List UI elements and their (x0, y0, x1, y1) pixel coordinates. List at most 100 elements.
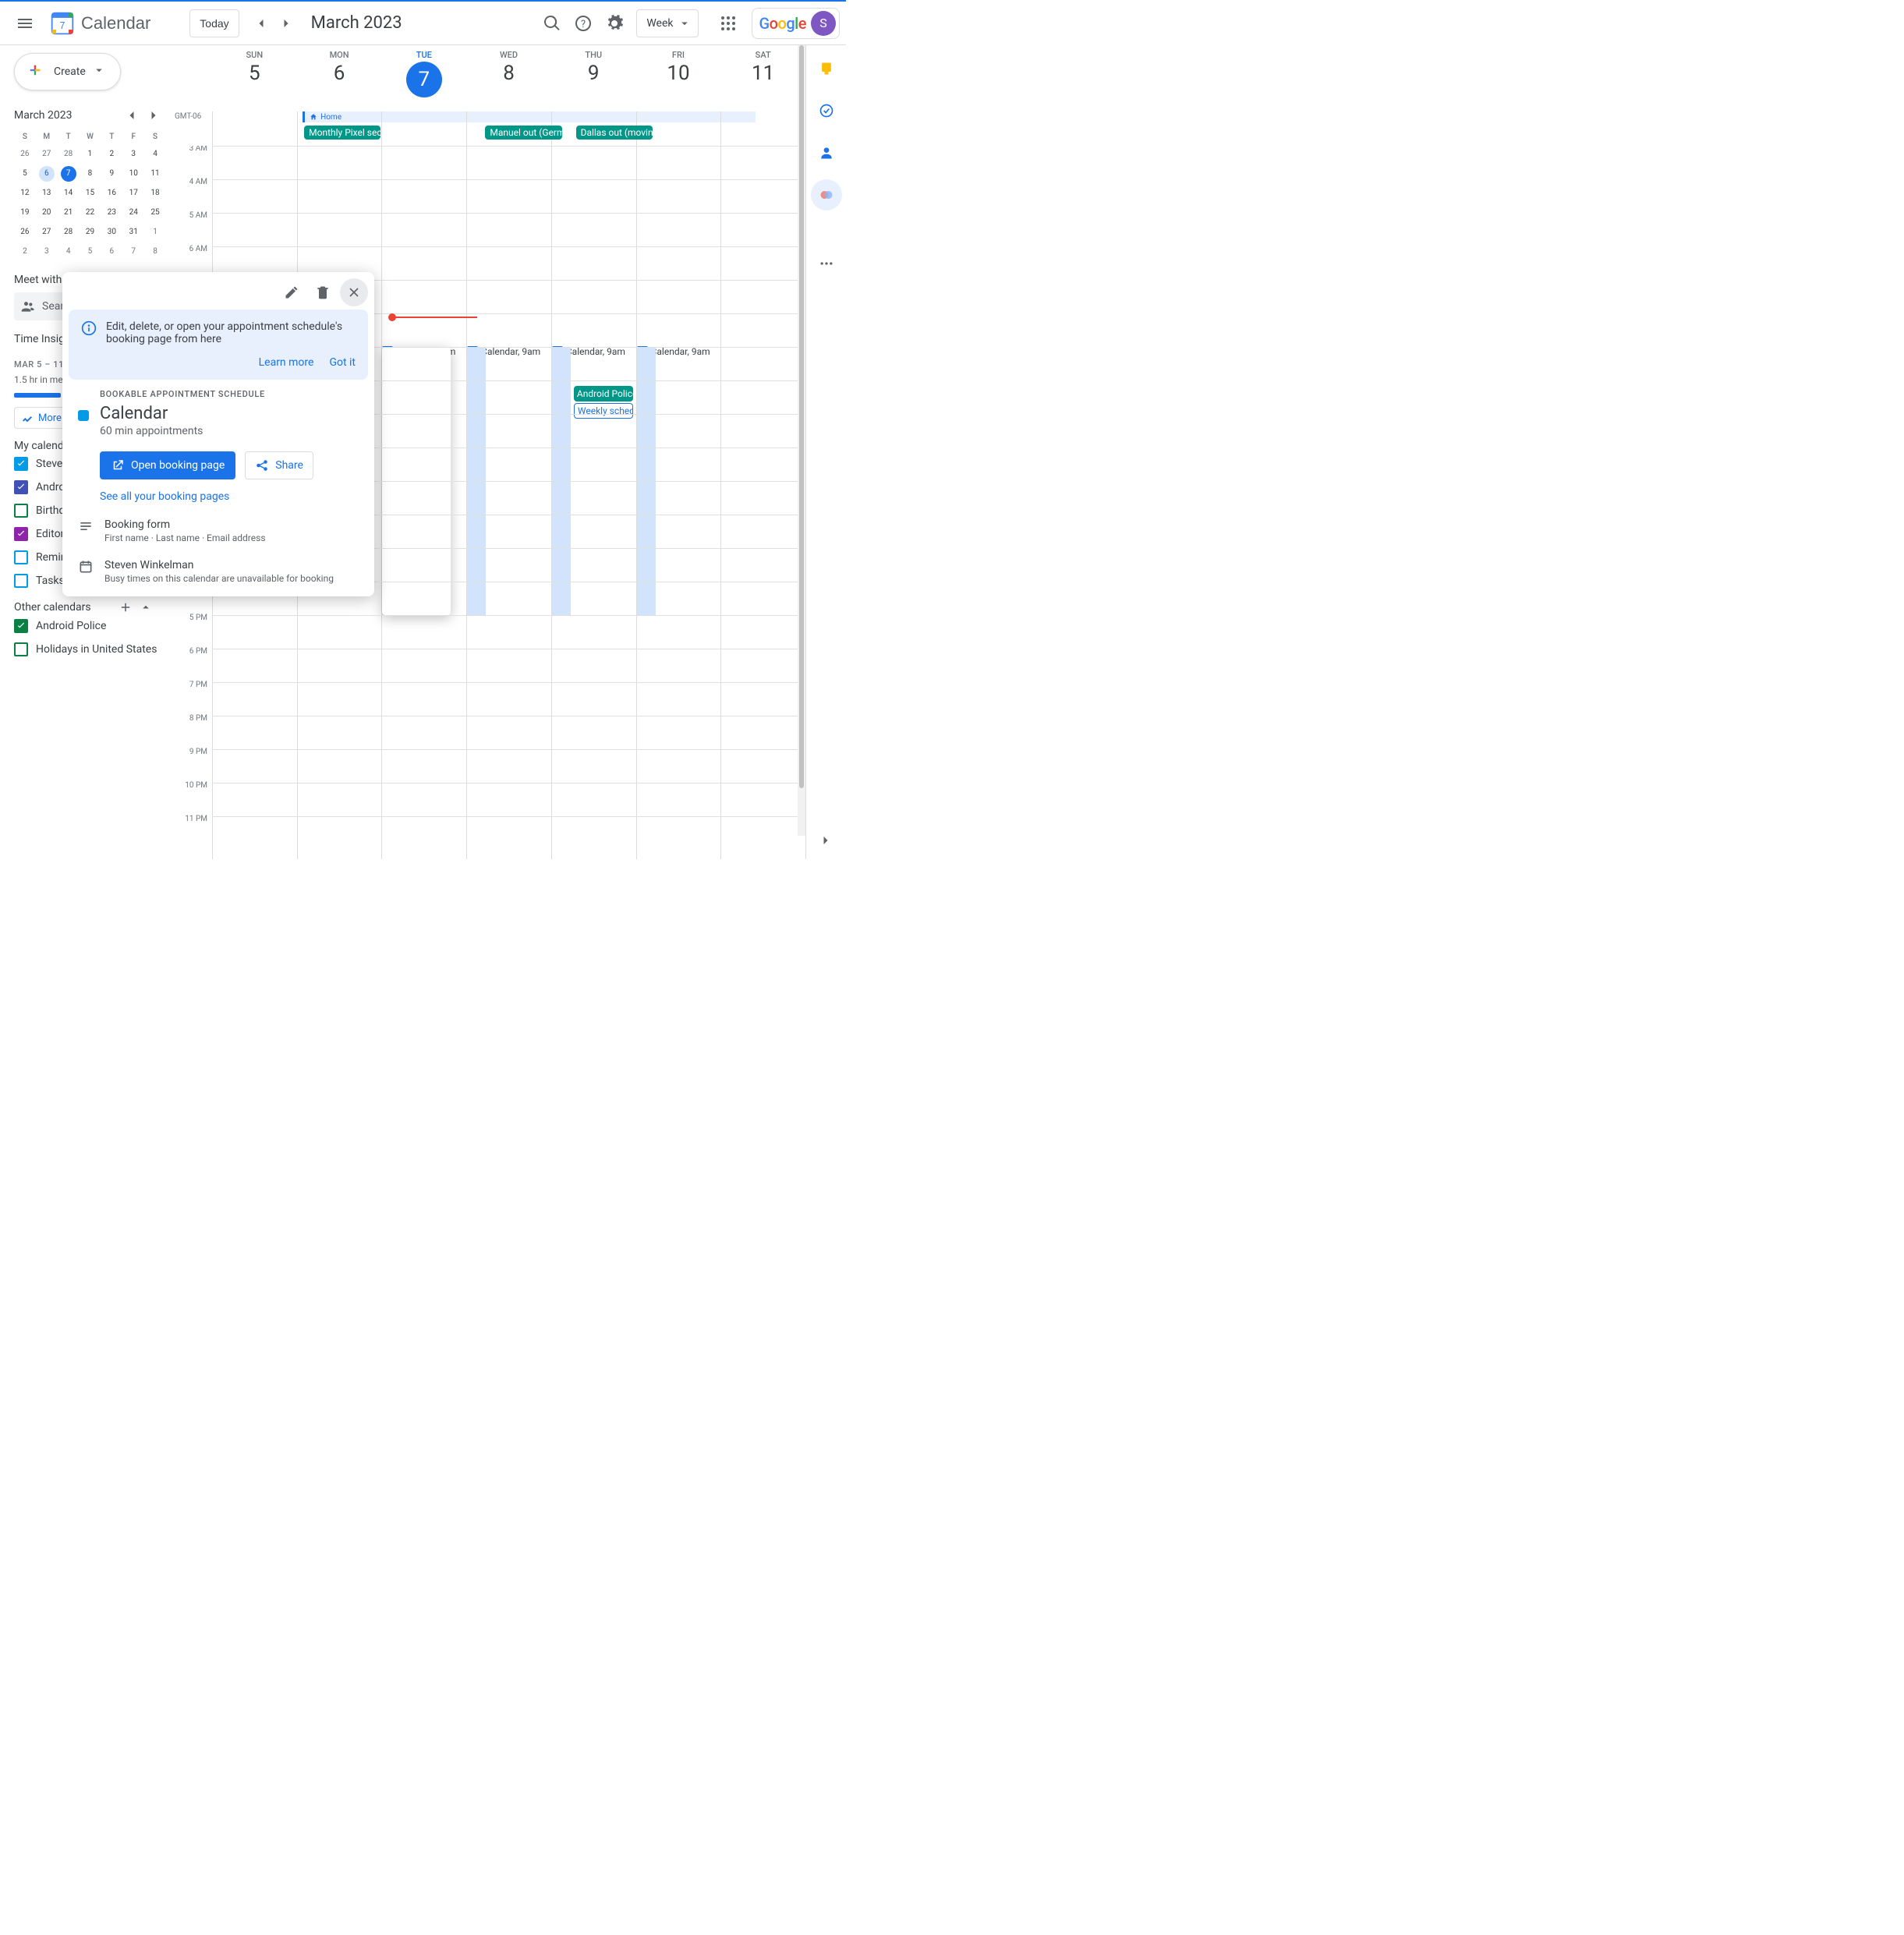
calendar-list-item[interactable]: Holidays in United States (14, 638, 172, 661)
settings-button[interactable] (599, 8, 630, 39)
mini-day-cell[interactable]: 4 (144, 144, 166, 164)
google-apps-button[interactable] (713, 8, 744, 39)
main-menu-button[interactable] (6, 5, 44, 42)
mini-day-cell[interactable]: 28 (58, 144, 80, 164)
popup-edit-button[interactable] (278, 278, 306, 306)
mini-day-cell[interactable]: 16 (101, 183, 122, 203)
day-header[interactable]: THU9 (551, 45, 636, 111)
calendar-checkbox[interactable] (14, 619, 28, 633)
mini-day-cell[interactable]: 3 (36, 242, 58, 261)
mini-day-cell[interactable]: 4 (58, 242, 80, 261)
tasks-addon[interactable] (811, 95, 842, 126)
mini-day-cell[interactable]: 22 (80, 203, 101, 222)
mini-day-cell[interactable]: 1 (80, 144, 101, 164)
brain-addon[interactable] (811, 179, 842, 210)
got-it-button[interactable]: Got it (329, 356, 356, 369)
day-header[interactable]: TUE7 (381, 45, 466, 111)
share-button[interactable]: Share (245, 451, 313, 479)
mini-day-cell[interactable]: 26 (14, 144, 36, 164)
allday-event[interactable]: Dallas out (moving) (576, 126, 653, 140)
mini-day-cell[interactable]: 7 (122, 242, 144, 261)
mini-day-cell[interactable]: 8 (80, 164, 101, 183)
scrollbar[interactable] (798, 45, 805, 836)
account-avatar[interactable]: S (811, 11, 836, 36)
allday-event[interactable]: Manuel out (Germany holiday) (485, 126, 561, 140)
side-panel-collapse[interactable] (813, 828, 838, 853)
mini-day-cell[interactable]: 19 (14, 203, 36, 222)
calendar-checkbox[interactable] (14, 642, 28, 656)
more-addons[interactable] (811, 248, 842, 279)
calendar-checkbox[interactable] (14, 457, 28, 471)
day-header[interactable]: MON6 (297, 45, 382, 111)
next-period-button[interactable] (274, 11, 299, 36)
mini-day-cell[interactable]: 23 (101, 203, 122, 222)
calendar-checkbox[interactable] (14, 550, 28, 564)
mini-day-cell[interactable]: 2 (101, 144, 122, 164)
mini-day-cell[interactable]: 3 (122, 144, 144, 164)
mini-day-cell[interactable]: 5 (80, 242, 101, 261)
view-switcher[interactable]: Week (636, 9, 699, 37)
keep-addon[interactable] (811, 53, 842, 84)
calendar-event[interactable]: Android Police (574, 386, 633, 402)
mini-day-cell[interactable]: 10 (122, 164, 144, 183)
mini-day-cell[interactable]: 29 (80, 222, 101, 242)
mini-day-cell[interactable]: 12 (14, 183, 36, 203)
mini-next-button[interactable] (144, 106, 163, 125)
mini-day-cell[interactable]: 1 (144, 222, 166, 242)
help-button[interactable]: ? (568, 8, 599, 39)
mini-day-cell[interactable]: 9 (101, 164, 122, 183)
day-column[interactable]: Calendar, 9am (636, 146, 721, 859)
today-button[interactable]: Today (189, 9, 239, 37)
prev-period-button[interactable] (249, 11, 274, 36)
mini-day-cell[interactable]: 28 (58, 222, 80, 242)
open-booking-page-button[interactable]: Open booking page (100, 451, 235, 479)
mini-day-cell[interactable]: 25 (144, 203, 166, 222)
app-logo[interactable]: 7 Calendar (47, 8, 150, 39)
contacts-addon[interactable] (811, 137, 842, 168)
mini-day-cell[interactable]: 30 (101, 222, 122, 242)
mini-day-cell[interactable]: 8 (144, 242, 166, 261)
calendar-checkbox[interactable] (14, 480, 28, 494)
day-column[interactable]: Calendar, 9am (466, 146, 551, 859)
google-account-switcher[interactable]: Google S (752, 8, 840, 39)
day-column[interactable] (720, 146, 805, 859)
calendar-checkbox[interactable] (14, 527, 28, 541)
learn-more-link[interactable]: Learn more (259, 356, 314, 369)
other-calendars-title[interactable]: Other calendars (14, 601, 91, 614)
day-header[interactable]: SUN5 (212, 45, 297, 111)
mini-day-cell[interactable]: 26 (14, 222, 36, 242)
popup-delete-button[interactable] (309, 278, 337, 306)
mini-day-cell[interactable]: 27 (36, 144, 58, 164)
mini-day-cell[interactable]: 31 (122, 222, 144, 242)
calendar-event[interactable]: Weekly schedule (574, 403, 633, 419)
day-column[interactable]: Calendar, 9amAndroid PoliceWeekly schedu… (551, 146, 636, 859)
mini-day-cell[interactable]: 2 (14, 242, 36, 261)
mini-prev-button[interactable] (122, 106, 141, 125)
collapse-other-icon[interactable] (139, 600, 153, 614)
popup-close-button[interactable] (340, 278, 368, 306)
day-header[interactable]: SAT11 (720, 45, 805, 111)
search-button[interactable] (536, 8, 568, 39)
mini-day-cell[interactable]: 21 (58, 203, 80, 222)
mini-day-cell[interactable]: 6 (36, 164, 58, 183)
mini-day-cell[interactable]: 6 (101, 242, 122, 261)
create-button[interactable]: Create (14, 53, 121, 90)
allday-event[interactable]: Monthly Pixel security update (304, 126, 380, 140)
day-column[interactable]: Calendar, 9am (381, 146, 466, 859)
mini-day-cell[interactable]: 14 (58, 183, 80, 203)
mini-day-cell[interactable]: 7 (58, 164, 80, 183)
mini-day-cell[interactable]: 15 (80, 183, 101, 203)
mini-day-cell[interactable]: 27 (36, 222, 58, 242)
calendar-list-item[interactable]: Android Police (14, 614, 172, 638)
mini-day-cell[interactable]: 5 (14, 164, 36, 183)
mini-day-cell[interactable]: 17 (122, 183, 144, 203)
day-header[interactable]: FRI10 (636, 45, 721, 111)
calendar-checkbox[interactable] (14, 504, 28, 518)
add-cal-icon[interactable] (119, 600, 133, 614)
see-all-booking-link[interactable]: See all your booking pages (100, 490, 359, 503)
mini-day-cell[interactable]: 18 (144, 183, 166, 203)
mini-day-cell[interactable]: 13 (36, 183, 58, 203)
day-header[interactable]: WED8 (466, 45, 551, 111)
mini-day-cell[interactable]: 11 (144, 164, 166, 183)
mini-day-cell[interactable]: 24 (122, 203, 144, 222)
